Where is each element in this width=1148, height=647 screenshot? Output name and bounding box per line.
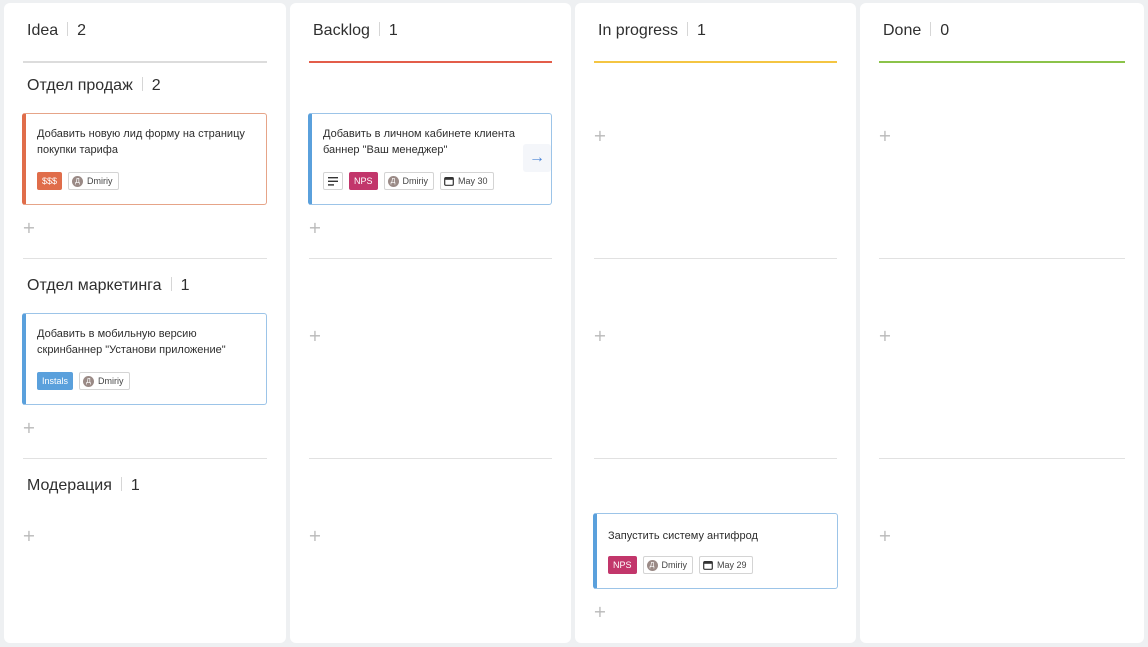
kanban-board: Idea 2 Отдел продаж 2 Добавить новую лид ф… [0, 0, 1148, 647]
avatar: Д [646, 559, 658, 571]
add-card-plus-icon[interactable]: + [22, 528, 36, 544]
avatar: Д [83, 375, 95, 387]
avatar: Д [72, 175, 84, 187]
add-card-plus-icon[interactable]: + [878, 528, 892, 544]
assignee-chip[interactable]: Д Dmiriy [68, 172, 119, 190]
column-count: 2 [77, 22, 87, 39]
column-header: Backlog 1 [309, 21, 552, 63]
column-title: Idea [27, 22, 59, 39]
column-count: 1 [697, 22, 706, 39]
tag-badge[interactable]: NPS [608, 556, 637, 574]
swimlane-title-marketing[interactable]: Отдел маркетинга 1 [27, 277, 189, 295]
column-count: 0 [940, 22, 950, 39]
add-card-plus-icon[interactable]: + [593, 604, 607, 620]
divider [930, 22, 932, 36]
due-date: May 30 [458, 176, 488, 186]
tag-badge[interactable]: $$$ [37, 172, 63, 190]
column-idea: Idea 2 Отдел продаж 2 Добавить новую лид ф… [4, 3, 286, 643]
add-card-plus-icon[interactable]: + [22, 420, 36, 436]
divider [378, 22, 380, 36]
column-backlog: Backlog 1 Добавить в личном кабинете клие… [290, 3, 571, 643]
divider [170, 277, 172, 291]
swimlane-divider [23, 458, 267, 459]
add-card-plus-icon[interactable]: + [308, 528, 322, 544]
avatar: Д [387, 175, 399, 187]
divider [687, 22, 689, 36]
column-title: Backlog [313, 22, 370, 39]
card-text: Добавить в мобильную версию скринбаннер … [37, 328, 226, 356]
card-meta: NPS Д Dmiriy May 29 [608, 556, 753, 574]
column-header: Idea 2 [23, 21, 267, 63]
column-header: In progress 1 [594, 21, 837, 63]
due-date: May 29 [717, 560, 747, 570]
assignee-chip[interactable]: Д Dmiriy [642, 556, 694, 574]
assignee-name: Dmiriy [98, 376, 124, 386]
task-card[interactable]: Добавить в мобильную версию скринбаннер … [22, 313, 267, 405]
tag-badge[interactable]: Instals [37, 372, 74, 390]
column-title: Done [883, 22, 922, 39]
swimlane-divider [594, 458, 837, 459]
card-text: Запустить систему антифрод [608, 530, 758, 542]
swimlane-divider [879, 458, 1125, 459]
assignee-name: Dmiriy [87, 176, 113, 186]
column-done: Done 0 + + + [860, 3, 1144, 643]
column-header: Done 0 [879, 21, 1125, 63]
card-meta: Instals Д Dmiriy [37, 372, 130, 390]
add-card-plus-icon[interactable]: + [878, 328, 892, 344]
column-count: 1 [388, 22, 398, 39]
add-card-plus-icon[interactable]: + [22, 220, 36, 236]
add-card-plus-icon[interactable]: + [308, 220, 322, 236]
assignee-name: Dmiriy [402, 176, 429, 186]
add-card-plus-icon[interactable]: + [878, 128, 892, 144]
divider [120, 477, 122, 491]
task-card[interactable]: Запустить систему антифрод NPS Д Dmiriy … [593, 513, 838, 589]
swimlane-divider [879, 258, 1125, 259]
card-meta: NPS Д Dmiriy May 30 [323, 172, 494, 190]
divider [67, 22, 69, 36]
arrow-right-icon[interactable]: → [523, 144, 551, 172]
add-card-plus-icon[interactable]: + [593, 328, 607, 344]
swimlane-divider [309, 258, 552, 259]
add-card-plus-icon[interactable]: + [593, 128, 607, 144]
description-icon[interactable] [323, 172, 343, 190]
swimlane-divider [23, 258, 267, 259]
calendar-icon [444, 177, 454, 186]
assignee-chip[interactable]: Д Dmiriy [79, 372, 130, 390]
assignee-chip[interactable]: Д Dmiriy [383, 172, 435, 190]
column-in-progress: In progress 1 + + Запустить систему антиф… [575, 3, 856, 643]
add-card-plus-icon[interactable]: + [308, 328, 322, 344]
due-date-chip[interactable]: May 30 [440, 172, 494, 190]
card-text: Добавить новую лид форму на страницу пок… [37, 128, 245, 156]
calendar-icon [703, 561, 713, 570]
swimlane-count: 1 [130, 477, 140, 494]
tag-badge[interactable]: NPS [349, 172, 378, 190]
swimlane-title-sales[interactable]: Отдел продаж 2 [27, 77, 161, 95]
card-meta: $$$ Д Dmiriy [37, 172, 119, 190]
swimlane-divider [594, 258, 837, 259]
swimlane-divider [309, 458, 552, 459]
column-title: In progress [598, 22, 679, 39]
task-card[interactable]: Добавить в личном кабинете клиента банне… [308, 113, 552, 205]
divider [141, 77, 143, 91]
task-card[interactable]: Добавить новую лид форму на страницу пок… [22, 113, 267, 205]
assignee-name: Dmiriy [661, 560, 688, 570]
card-text: Добавить в личном кабинете клиента банне… [323, 128, 515, 156]
swimlane-count: 1 [180, 277, 190, 294]
swimlane-title-moderation[interactable]: Модерация 1 [27, 477, 140, 495]
swimlane-count: 2 [151, 77, 161, 94]
due-date-chip[interactable]: May 29 [699, 556, 753, 574]
